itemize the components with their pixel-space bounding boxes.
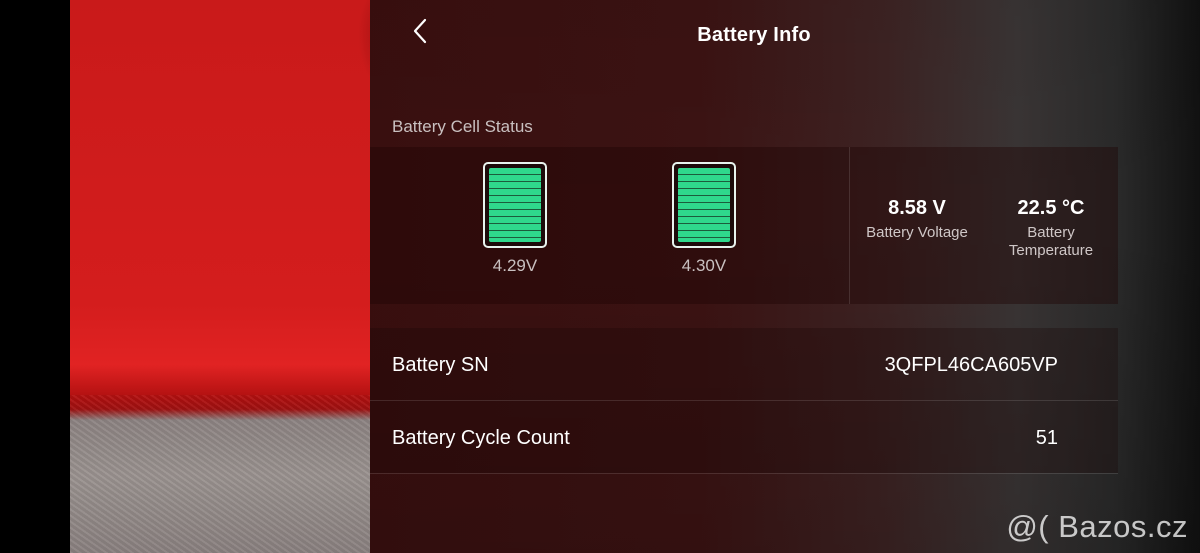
battery-temperature-value: 22.5 °C (1017, 197, 1085, 219)
cell-status-card: 4.29V 4.30V 8.58 V Battery Voltage 22.5 … (370, 147, 1118, 304)
battery-temperature-stat: 22.5 °C Battery Temperature (991, 197, 1111, 260)
battery-voltage-stat: 8.58 V Battery Voltage (857, 197, 977, 242)
battery-cycle-row: Battery Cycle Count 51 (370, 401, 1118, 474)
divider (849, 147, 850, 304)
battery-cell-2: 4.30V (670, 162, 738, 276)
battery-voltage-label: Battery Voltage (866, 224, 968, 241)
battery-sn-value: 3QFPL46CA605VP (884, 354, 1058, 376)
cell-voltage: 4.30V (681, 256, 727, 275)
battery-temperature-label-line2: Temperature (1008, 242, 1094, 259)
battery-cycle-label: Battery Cycle Count (392, 427, 570, 449)
camera-view-background (70, 0, 370, 553)
cell-status-label: Battery Cell Status (392, 117, 533, 136)
battery-cell-fill (489, 168, 541, 242)
battery-temperature-label: Battery Temperature (991, 224, 1111, 260)
battery-cell-icon (483, 162, 547, 248)
battery-cell-1: 4.29V (481, 162, 549, 276)
watermark: @( Bazos.cz (1006, 509, 1188, 544)
battery-info-panel: Battery Info Battery Cell Status 4.29V 4… (370, 0, 1200, 553)
battery-sn-row: Battery SN 3QFPL46CA605VP (370, 328, 1118, 401)
battery-cell-fill (678, 168, 730, 242)
battery-voltage-value: 8.58 V (888, 197, 946, 219)
battery-cell-icon (672, 162, 736, 248)
cell-voltage: 4.29V (492, 256, 538, 275)
battery-sn-label: Battery SN (392, 354, 489, 376)
battery-temperature-label-line1: Battery (1027, 224, 1075, 241)
battery-cycle-value: 51 (1035, 427, 1058, 449)
page-title: Battery Info (697, 24, 811, 46)
